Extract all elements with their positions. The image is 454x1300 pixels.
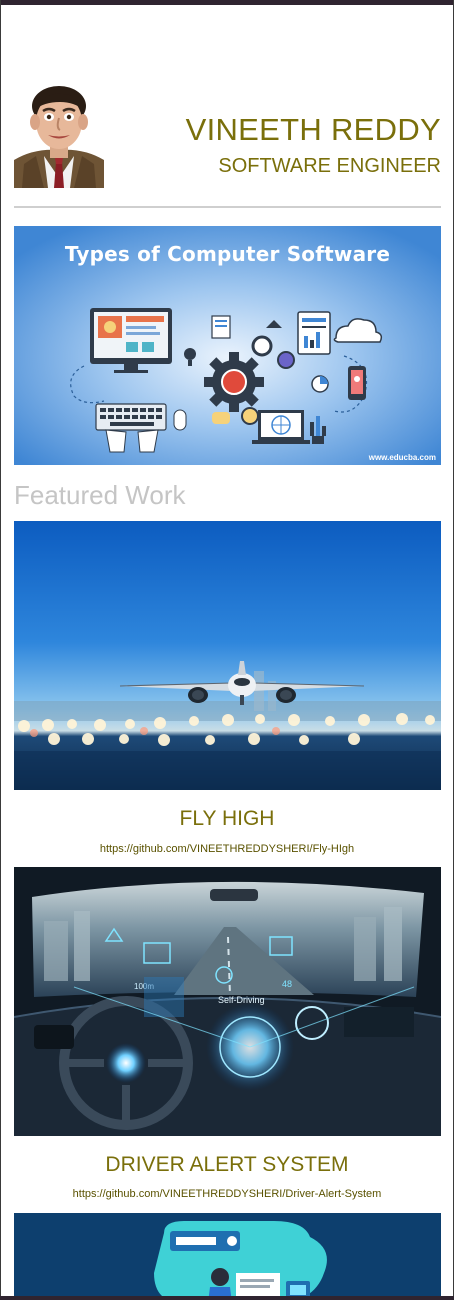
fly-high-link[interactable]: https://github.com/VINEETHREDDYSHERI/Fly… — [0, 843, 454, 855]
svg-text:48: 48 — [282, 979, 292, 989]
profile-role: SOFTWARE ENGINEER — [218, 155, 441, 177]
driver-alert-link[interactable]: https://github.com/VINEETHREDDYSHERI/Dri… — [0, 1188, 454, 1200]
third-project-image — [14, 1213, 441, 1296]
fly-high-project-image — [14, 521, 441, 790]
software-types-banner: Types of Computer Software www.educba.co… — [14, 226, 441, 465]
portfolio-page: VINEETH REDDY SOFTWARE ENGINEER Types of… — [0, 5, 454, 1296]
profile-header: VINEETH REDDY SOFTWARE ENGINEER — [14, 75, 441, 195]
window-bottom-edge — [0, 1296, 454, 1300]
person-portrait-icon — [14, 78, 104, 188]
driver-alert-project-image: 48 100m Self-Driving — [14, 867, 441, 1136]
driver-alert-title: DRIVER ALERT SYSTEM — [105, 1153, 349, 1176]
fly-high-title: FLY HIGH — [179, 807, 275, 830]
banner-title: Types of Computer Software — [64, 242, 391, 266]
banner-credit: www.educba.com — [368, 453, 436, 462]
header-divider — [14, 206, 441, 208]
profile-name: VINEETH REDDY — [185, 112, 441, 147]
featured-work-heading: Featured Work — [14, 480, 186, 510]
svg-text:Self-Driving: Self-Driving — [218, 995, 265, 1005]
